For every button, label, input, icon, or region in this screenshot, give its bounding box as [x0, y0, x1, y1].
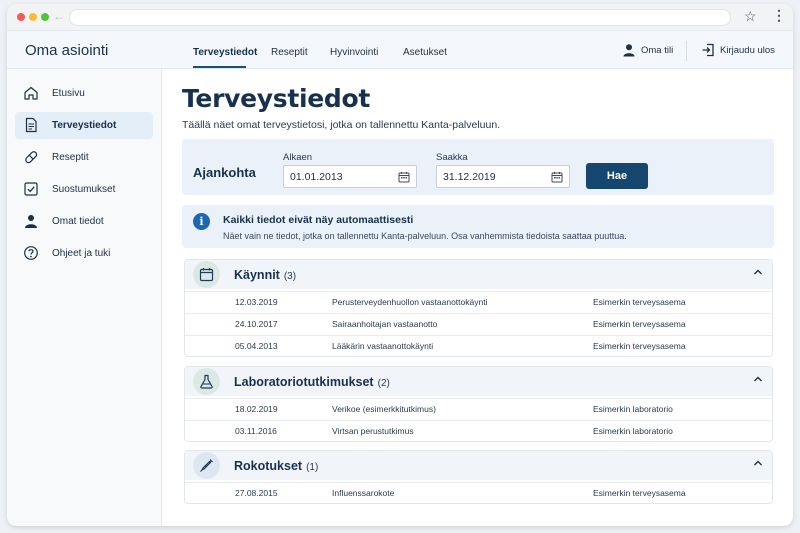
row-type: Verikoe (esimerkkitutkimus): [332, 404, 436, 414]
back-arrow-icon[interactable]: ←: [53, 9, 65, 23]
tab-reseptit[interactable]: Reseptit: [271, 47, 308, 58]
logout-link[interactable]: Kirjaudu ulos: [720, 45, 775, 56]
page-title: Terveystiedot: [182, 84, 371, 113]
section-header[interactable]: Laboratoriotutkimukset (2): [185, 367, 772, 396]
section-header[interactable]: Käynnit (3): [185, 260, 772, 289]
row-place: Esimerkin laboratorio: [593, 404, 673, 414]
section-rokotukset: Rokotukset (1) 27.08.2015 Influenssarokot…: [184, 450, 773, 504]
chevron-up-icon[interactable]: [752, 266, 764, 278]
star-icon[interactable]: ☆: [744, 8, 757, 25]
flask-icon: [193, 368, 220, 395]
section-title: Käynnit (3): [234, 268, 297, 282]
date-filter: Ajankohta Alkaen 01.01.2013 Saakka 31.12…: [182, 139, 774, 195]
from-date-value: 01.01.2013: [290, 171, 343, 183]
sidebar-item-label: Terveystiedot: [52, 120, 117, 131]
tab-terveystiedot[interactable]: Terveystiedot: [193, 47, 257, 58]
page-subtitle: Täällä näet omat terveystietosi, jotka o…: [182, 119, 501, 131]
info-notice: i Kaikki tiedot eivät näy automaattisest…: [182, 205, 774, 248]
close-window-button[interactable]: [17, 13, 25, 21]
row-type: Perusterveydenhuollon vastaanottokäynti: [332, 297, 488, 307]
row-date: 18.02.2019: [235, 404, 278, 414]
section-count: (3): [283, 271, 297, 282]
table-row[interactable]: 18.02.2019 Verikoe (esimerkkitutkimus) E…: [185, 398, 772, 420]
row-place: Esimerkin laboratorio: [593, 426, 673, 436]
checkbox-icon: [24, 182, 38, 196]
header-divider: [686, 41, 687, 61]
active-tab-indicator: [193, 66, 246, 68]
row-place: Esimerkin terveysasema: [593, 341, 686, 351]
info-icon: i: [193, 213, 210, 230]
account-link[interactable]: Oma tili: [641, 45, 673, 56]
from-date-input[interactable]: 01.01.2013: [283, 165, 417, 188]
table-row[interactable]: 27.08.2015 Influenssarokote Esimerkin te…: [185, 482, 772, 503]
app-header: Oma asiointi Terveystiedot Reseptit Hyvi…: [7, 31, 793, 69]
document-icon: [25, 117, 37, 133]
row-place: Esimerkin terveysasema: [593, 297, 686, 307]
row-date: 05.04.2013: [235, 341, 278, 351]
row-date: 27.08.2015: [235, 488, 278, 498]
row-place: Esimerkin terveysasema: [593, 488, 686, 498]
calendar-icon[interactable]: [551, 171, 563, 183]
kebab-menu-icon[interactable]: ⋮: [772, 7, 786, 24]
table-row[interactable]: 05.04.2013 Lääkärin vastaanottokäynti Es…: [185, 335, 772, 356]
sidebar-item-label: Suostumukset: [52, 184, 116, 195]
app-title[interactable]: Oma asiointi: [25, 42, 108, 59]
calendar-icon[interactable]: [398, 171, 410, 183]
row-type: Lääkärin vastaanottokäynti: [332, 341, 434, 351]
user-icon[interactable]: [622, 43, 636, 57]
sidebar-item-suostumukset[interactable]: Suostumukset: [15, 176, 153, 203]
section-laboratoriotutkimukset: Laboratoriotutkimukset (2) 18.02.2019 Ver…: [184, 366, 773, 442]
row-type: Virtsan perustutkimus: [332, 426, 414, 436]
filter-heading: Ajankohta: [193, 165, 256, 180]
row-date: 12.03.2019: [235, 297, 278, 307]
to-date-value: 31.12.2019: [443, 171, 496, 183]
section-title: Rokotukset (1): [234, 459, 319, 473]
section-title: Laboratoriotutkimukset (2): [234, 375, 390, 389]
section-count: (2): [377, 378, 390, 389]
table-row[interactable]: 12.03.2019 Perusterveydenhuollon vastaan…: [185, 291, 772, 313]
sidebar: Etusivu Terveystiedot Reseptit Suostumuk…: [7, 69, 162, 526]
home-icon: [24, 86, 38, 100]
tab-asetukset[interactable]: Asetukset: [403, 47, 447, 58]
sidebar-item-ohjeet-ja-tuki[interactable]: Ohjeet ja tuki: [15, 240, 153, 267]
syringe-icon: [193, 452, 220, 479]
user-icon: [25, 215, 37, 228]
sidebar-item-label: Omat tiedot: [52, 216, 104, 227]
table-row[interactable]: 03.11.2016 Virtsan perustutkimus Esimerk…: [185, 420, 772, 441]
to-label: Saakka: [436, 152, 468, 163]
sidebar-item-etusivu[interactable]: Etusivu: [15, 80, 153, 107]
browser-window: ← ☆ ⋮ Oma asiointi Terveystiedot Resepti…: [7, 4, 793, 526]
logout-icon[interactable]: [701, 43, 715, 57]
section-kaynnit: Käynnit (3) 12.03.2019 Perusterveydenhuol…: [184, 259, 773, 357]
calendar-icon: [193, 261, 220, 288]
tab-hyvinvointi[interactable]: Hyvinvointi: [330, 47, 378, 58]
chevron-up-icon[interactable]: [752, 457, 764, 469]
from-label: Alkaen: [283, 152, 313, 163]
address-bar[interactable]: [69, 9, 731, 26]
notice-text: Näet vain ne tiedot, jotka on tallennett…: [223, 231, 627, 241]
row-type: Influenssarokote: [332, 488, 395, 498]
notice-title: Kaikki tiedot eivät näy automaattisesti: [223, 214, 414, 226]
sidebar-item-omat-tiedot[interactable]: Omat tiedot: [15, 208, 153, 235]
row-place: Esimerkin terveysasema: [593, 319, 686, 329]
to-date-input[interactable]: 31.12.2019: [436, 165, 570, 188]
sidebar-item-label: Ohjeet ja tuki: [52, 248, 111, 259]
row-type: Sairaanhoitajan vastaanotto: [332, 319, 438, 329]
table-row[interactable]: 24.10.2017 Sairaanhoitajan vastaanotto E…: [185, 313, 772, 335]
sidebar-item-terveystiedot[interactable]: Terveystiedot: [15, 112, 153, 139]
maximize-window-button[interactable]: [41, 13, 49, 21]
search-button[interactable]: Hae: [586, 163, 648, 189]
sidebar-item-label: Etusivu: [52, 88, 85, 99]
browser-toolbar: ← ☆ ⋮: [7, 4, 793, 31]
row-date: 03.11.2016: [235, 426, 277, 436]
section-header[interactable]: Rokotukset (1): [185, 451, 772, 480]
help-icon: [24, 246, 38, 260]
row-date: 24.10.2017: [235, 319, 278, 329]
sidebar-item-label: Reseptit: [52, 152, 89, 163]
section-count: (1): [306, 462, 319, 473]
minimize-window-button[interactable]: [29, 13, 37, 21]
sidebar-item-reseptit[interactable]: Reseptit: [15, 144, 153, 171]
pill-icon: [25, 151, 38, 164]
chevron-up-icon[interactable]: [752, 373, 764, 385]
